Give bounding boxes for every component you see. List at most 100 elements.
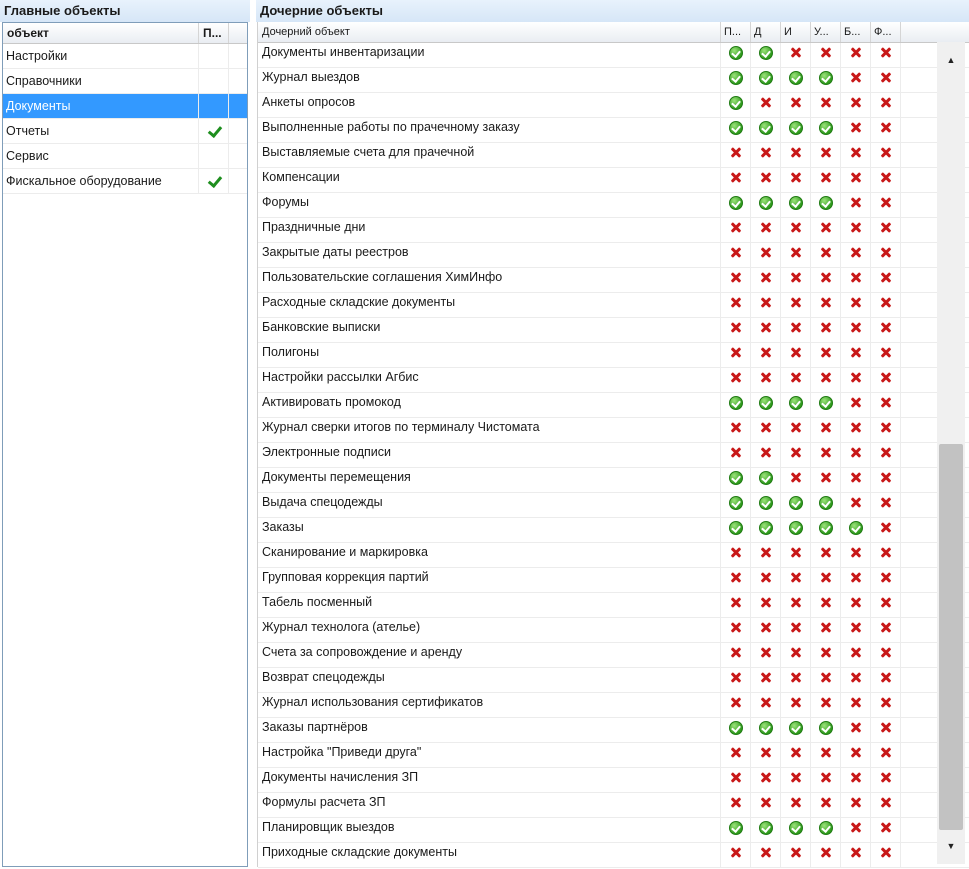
permission-cell[interactable]	[841, 618, 871, 642]
permission-cell[interactable]	[841, 343, 871, 367]
permission-cell[interactable]	[811, 343, 841, 367]
permission-cell[interactable]	[841, 118, 871, 142]
permission-cell[interactable]	[871, 43, 901, 67]
permission-cell[interactable]	[781, 793, 811, 817]
permission-cell[interactable]	[871, 118, 901, 142]
permission-cell[interactable]	[811, 193, 841, 217]
child-object-row[interactable]: Праздничные дни	[258, 218, 969, 243]
permission-cell[interactable]	[751, 668, 781, 692]
main-object-row[interactable]: Отчеты	[3, 119, 247, 144]
permission-cell[interactable]	[751, 118, 781, 142]
permission-cell[interactable]	[781, 818, 811, 842]
permission-cell[interactable]	[751, 268, 781, 292]
permission-cell[interactable]	[781, 843, 811, 867]
child-object-row[interactable]: Форумы	[258, 193, 969, 218]
permission-cell[interactable]	[811, 568, 841, 592]
permission-cell[interactable]	[751, 693, 781, 717]
permission-cell[interactable]	[871, 768, 901, 792]
permission-cell[interactable]	[871, 68, 901, 92]
permission-cell[interactable]	[781, 293, 811, 317]
child-object-row[interactable]: Заказы партнёров	[258, 718, 969, 743]
permission-cell[interactable]	[751, 518, 781, 542]
permission-cell[interactable]	[781, 443, 811, 467]
permission-cell[interactable]	[781, 68, 811, 92]
child-object-row[interactable]: Активировать промокод	[258, 393, 969, 418]
permission-cell[interactable]	[841, 568, 871, 592]
permission-cell[interactable]	[811, 818, 841, 842]
permission-cell[interactable]	[841, 518, 871, 542]
permission-cell[interactable]	[871, 318, 901, 342]
permission-cell[interactable]	[781, 718, 811, 742]
permission-cell[interactable]	[841, 443, 871, 467]
permission-cell[interactable]	[751, 168, 781, 192]
permission-cell[interactable]	[721, 118, 751, 142]
permission-cell[interactable]	[871, 693, 901, 717]
permission-cell[interactable]	[721, 218, 751, 242]
permission-cell[interactable]	[871, 143, 901, 167]
permission-cell[interactable]	[721, 643, 751, 667]
permission-cell[interactable]	[781, 693, 811, 717]
main-object-row[interactable]: Настройки	[3, 44, 247, 69]
permission-cell[interactable]	[811, 543, 841, 567]
permission-cell[interactable]	[721, 68, 751, 92]
child-object-row[interactable]: Приходные складские документы	[258, 843, 969, 868]
permission-cell[interactable]	[871, 418, 901, 442]
permission-cell[interactable]	[811, 518, 841, 542]
permission-cell[interactable]	[721, 568, 751, 592]
permission-cell[interactable]	[721, 193, 751, 217]
permission-cell[interactable]	[781, 343, 811, 367]
permission-cell[interactable]	[841, 268, 871, 292]
permission-cell[interactable]	[721, 618, 751, 642]
permission-cell[interactable]	[811, 143, 841, 167]
permission-cell[interactable]	[871, 218, 901, 242]
child-object-row[interactable]: Выдача спецодежды	[258, 493, 969, 518]
permission-cell[interactable]	[871, 518, 901, 542]
main-object-row[interactable]: Документы	[3, 94, 247, 119]
permission-cell[interactable]	[871, 368, 901, 392]
child-object-row[interactable]: Групповая коррекция партий	[258, 568, 969, 593]
column-header-perm-1[interactable]: П...	[721, 22, 751, 42]
permission-cell[interactable]	[811, 268, 841, 292]
permission-cell[interactable]	[841, 293, 871, 317]
permission-cell[interactable]	[751, 68, 781, 92]
column-header-child-object[interactable]: Дочерний объект	[258, 22, 721, 42]
child-object-row[interactable]: Журнал выездов	[258, 68, 969, 93]
permission-cell[interactable]	[721, 318, 751, 342]
child-object-row[interactable]: Счета за сопровождение и аренду	[258, 643, 969, 668]
child-object-row[interactable]: Журнал использования сертификатов	[258, 693, 969, 718]
permission-cell[interactable]	[781, 768, 811, 792]
permission-cell[interactable]	[751, 218, 781, 242]
permission-cell[interactable]	[811, 693, 841, 717]
child-object-row[interactable]: Возврат спецодежды	[258, 668, 969, 693]
permission-cell[interactable]	[871, 543, 901, 567]
permission-cell[interactable]	[811, 768, 841, 792]
permission-cell[interactable]	[751, 343, 781, 367]
permission-cell[interactable]	[781, 543, 811, 567]
permission-cell[interactable]	[781, 393, 811, 417]
permission-cell[interactable]	[871, 243, 901, 267]
permission-cell[interactable]	[721, 168, 751, 192]
permission-cell[interactable]	[871, 443, 901, 467]
permission-cell[interactable]	[811, 843, 841, 867]
permission-cell[interactable]	[841, 368, 871, 392]
permission-cell[interactable]	[841, 743, 871, 767]
permission-cell[interactable]	[871, 568, 901, 592]
permission-cell[interactable]	[871, 193, 901, 217]
permission-cell[interactable]	[811, 443, 841, 467]
permission-cell[interactable]	[871, 593, 901, 617]
child-object-row[interactable]: Электронные подписи	[258, 443, 969, 468]
scroll-down-icon[interactable]: ▼	[937, 828, 965, 864]
column-header-perm-6[interactable]: Ф...	[871, 22, 901, 42]
child-object-row[interactable]: Сканирование и маркировка	[258, 543, 969, 568]
permission-cell[interactable]	[841, 543, 871, 567]
child-object-row[interactable]: Журнал сверки итогов по терминалу Чистом…	[258, 418, 969, 443]
permission-cell[interactable]	[721, 843, 751, 867]
permission-cell[interactable]	[751, 468, 781, 492]
main-object-row[interactable]: Фискальное оборудование	[3, 169, 247, 194]
permission-cell[interactable]	[721, 593, 751, 617]
child-object-row[interactable]: Журнал технолога (ателье)	[258, 618, 969, 643]
permission-cell[interactable]	[781, 118, 811, 142]
child-object-row[interactable]: Банковские выписки	[258, 318, 969, 343]
permission-cell[interactable]	[781, 618, 811, 642]
permission-cell[interactable]	[811, 643, 841, 667]
